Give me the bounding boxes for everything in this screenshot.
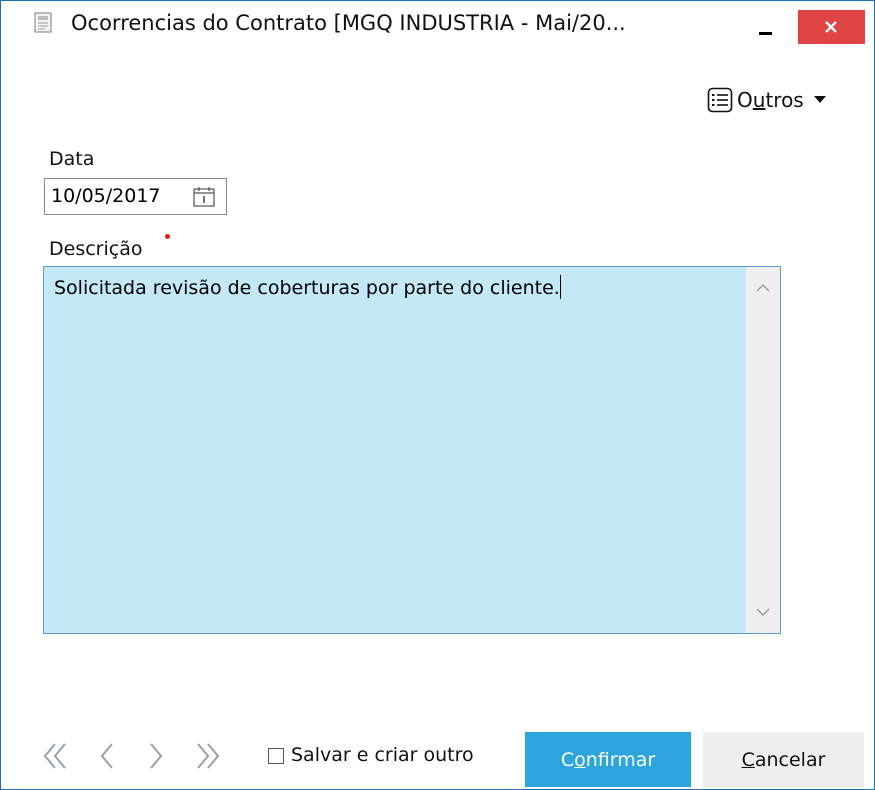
previous-record-icon[interactable] <box>92 741 124 771</box>
save-and-new-label[interactable]: Salvar e criar outro <box>291 744 474 766</box>
minimize-icon[interactable] <box>742 1 788 43</box>
window-title: Ocorrencias do Contrato [MGQ INDUSTRIA -… <box>71 11 626 35</box>
date-value: 10/05/2017 <box>51 185 161 207</box>
close-button[interactable] <box>798 10 865 44</box>
calendar-icon[interactable] <box>191 184 217 210</box>
scroll-up-icon[interactable] <box>756 283 770 293</box>
cancel-button[interactable]: Cancelar <box>703 732 864 787</box>
scroll-down-icon[interactable] <box>756 607 770 617</box>
close-icon <box>825 21 837 33</box>
chevron-down-icon <box>813 96 826 103</box>
list-icon <box>707 87 733 113</box>
document-icon <box>34 12 52 33</box>
dialog-window: Ocorrencias do Contrato [MGQ INDUSTRIA -… <box>0 0 875 790</box>
outros-label: Outros <box>737 88 804 112</box>
title-bar[interactable]: Ocorrencias do Contrato [MGQ INDUSTRIA -… <box>1 1 874 45</box>
date-field[interactable]: 10/05/2017 <box>44 178 227 215</box>
last-record-icon[interactable] <box>190 741 222 771</box>
description-label: Descrição <box>49 238 143 260</box>
first-record-icon[interactable] <box>41 741 73 771</box>
confirm-button[interactable]: Confirmar <box>525 732 691 787</box>
save-and-new-checkbox[interactable] <box>268 748 284 764</box>
description-text: Solicitada revisão de coberturas por par… <box>54 275 561 299</box>
description-textarea[interactable]: Solicitada revisão de coberturas por par… <box>43 266 781 634</box>
next-record-icon[interactable] <box>139 741 171 771</box>
outros-menu-button[interactable]: Outros <box>707 86 826 114</box>
date-label: Data <box>49 148 95 170</box>
vertical-scrollbar[interactable] <box>746 267 780 633</box>
required-indicator <box>165 234 170 239</box>
